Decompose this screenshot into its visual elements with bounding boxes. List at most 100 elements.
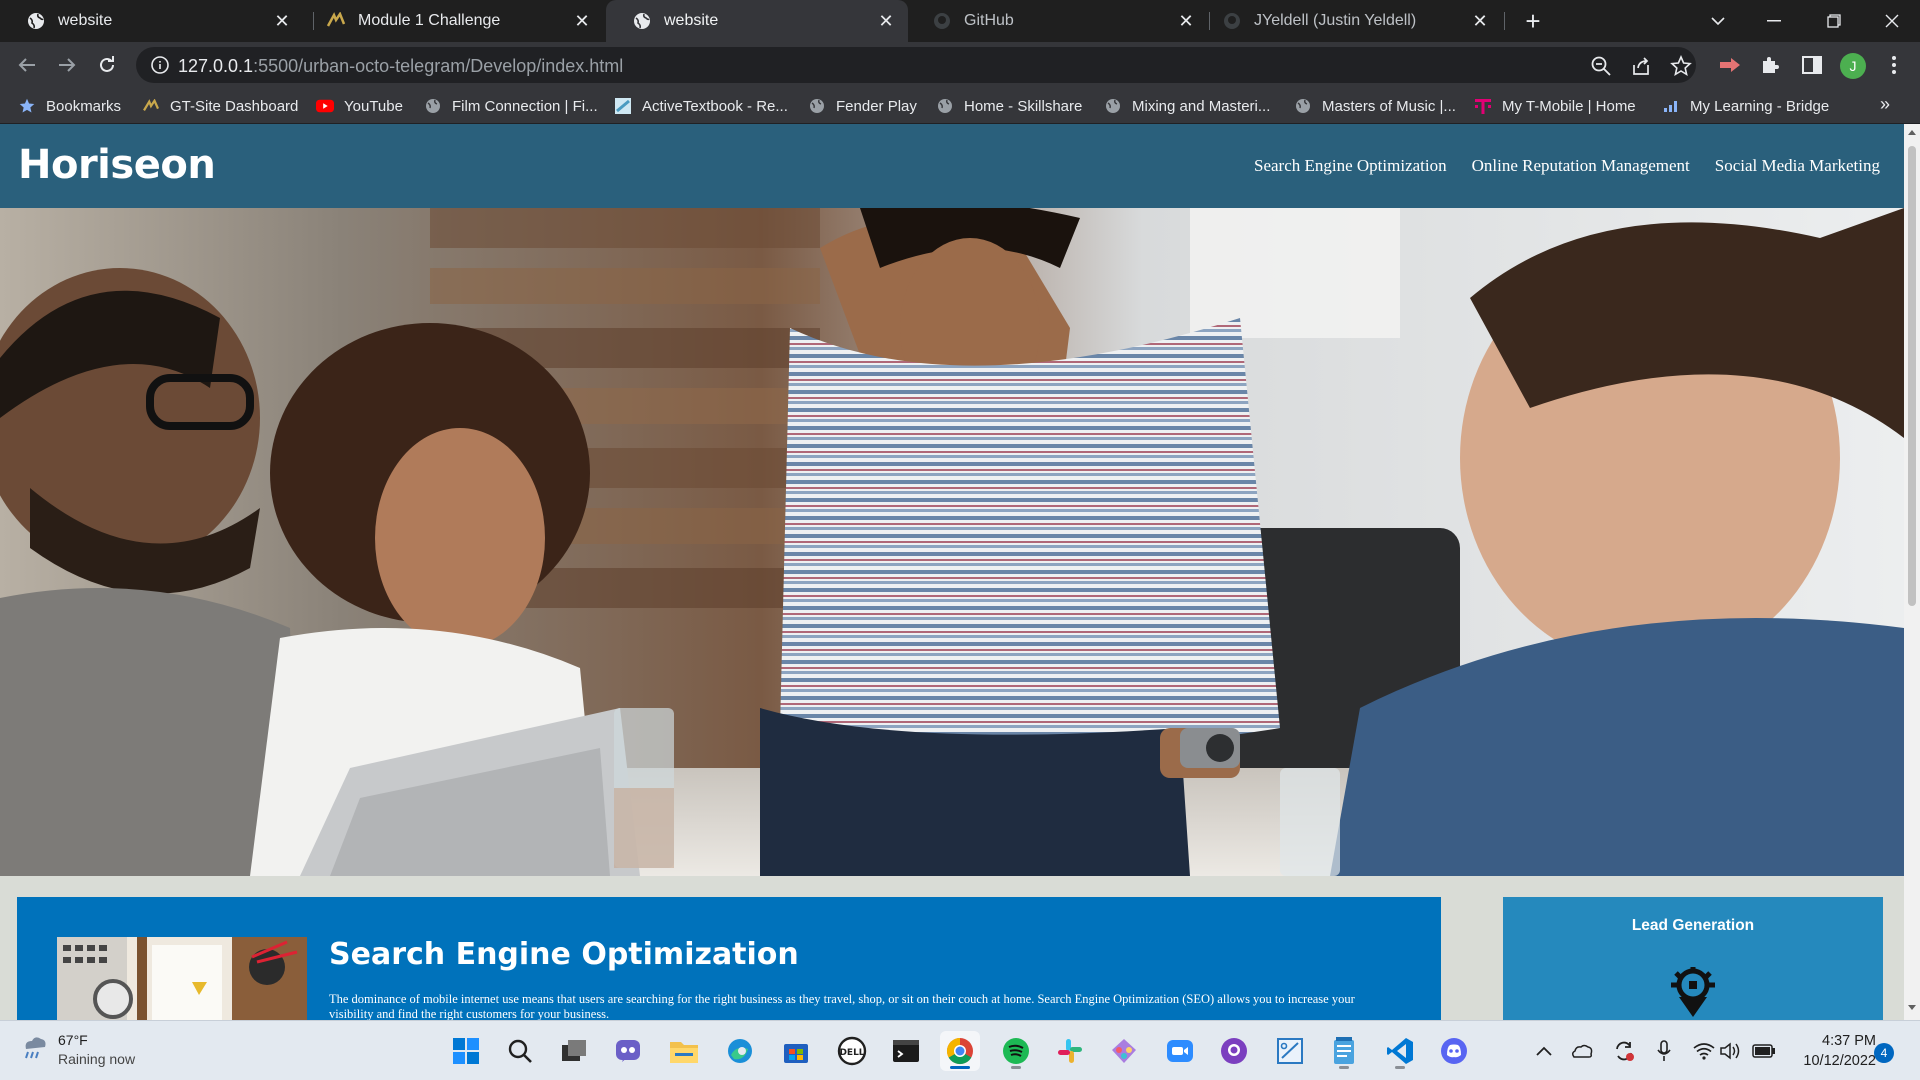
zoom-app-icon[interactable] — [1160, 1031, 1200, 1071]
discord-icon[interactable] — [1434, 1031, 1474, 1071]
gt-logo-icon — [142, 97, 160, 115]
github-desktop-icon[interactable] — [1214, 1031, 1254, 1071]
site-nav: Search Engine Optimization Online Reputa… — [1229, 156, 1880, 176]
microphone-icon[interactable] — [1652, 1039, 1676, 1063]
notification-count-badge[interactable]: 4 — [1874, 1043, 1894, 1063]
nav-link-seo[interactable]: Search Engine Optimization — [1254, 156, 1447, 176]
tray-overflow-icon[interactable] — [1532, 1039, 1556, 1063]
nav-link-reputation[interactable]: Online Reputation Management — [1472, 156, 1690, 176]
url-text[interactable]: 127.0.0.1:5500/urban-octo-telegram/Devel… — [178, 56, 623, 77]
close-tab-icon[interactable]: ✕ — [874, 9, 898, 33]
onedrive-icon[interactable] — [1570, 1039, 1594, 1063]
tab-jyeldell[interactable]: JYeldell (Justin Yeldell) ✕ — [1196, 0, 1502, 42]
page-scrollbar[interactable] — [1904, 124, 1920, 1020]
close-tab-icon[interactable]: ✕ — [570, 9, 594, 33]
bookmark-item[interactable]: My T-Mobile | Home — [1474, 95, 1636, 117]
edge-icon[interactable] — [720, 1031, 760, 1071]
tab-module-1-challenge[interactable]: Module 1 Challenge ✕ — [300, 0, 604, 42]
spotify-icon[interactable] — [996, 1031, 1036, 1071]
start-icon[interactable] — [446, 1031, 486, 1071]
site-info-icon[interactable] — [150, 55, 170, 75]
minimize-icon[interactable] — [1746, 0, 1802, 42]
notepad-icon[interactable] — [1324, 1031, 1364, 1071]
tab-search-icon[interactable] — [1690, 0, 1746, 42]
sync-icon[interactable] — [1612, 1039, 1636, 1063]
seo-section: Search Engine Optimization The dominance… — [17, 897, 1441, 1020]
bookmark-item[interactable]: YouTube — [316, 95, 403, 117]
nav-link-social[interactable]: Social Media Marketing — [1715, 156, 1880, 176]
weather-temp: 67°F — [58, 1032, 88, 1048]
bookmark-item[interactable]: Fender Play — [808, 95, 917, 117]
task-view-icon[interactable] — [554, 1031, 594, 1071]
terminal-icon[interactable] — [886, 1031, 926, 1071]
dell-icon[interactable]: DELL — [832, 1031, 872, 1071]
gitkraken-icon[interactable] — [1104, 1031, 1144, 1071]
scroll-down-icon[interactable] — [1907, 1004, 1917, 1014]
weather-desc: Raining now — [58, 1051, 136, 1067]
extension-arrow-icon[interactable] — [1716, 51, 1744, 79]
restore-icon[interactable] — [1806, 0, 1862, 42]
bookmark-item[interactable]: GT-Site Dashboard — [142, 95, 298, 117]
bookmark-item[interactable]: Film Connection | Fi... — [424, 95, 598, 117]
bookmarks-bar: Bookmarks GT-Site Dashboard YouTube Film… — [0, 88, 1920, 124]
share-icon[interactable] — [1630, 55, 1652, 77]
bookmark-star-icon[interactable] — [1670, 54, 1692, 77]
profile-avatar[interactable]: J — [1840, 53, 1866, 79]
active-app-indicator — [950, 1066, 970, 1069]
close-tab-icon[interactable]: ✕ — [270, 9, 294, 33]
menu-kebab-icon[interactable] — [1880, 51, 1908, 79]
file-explorer-icon[interactable] — [664, 1031, 704, 1071]
running-app-indicator — [1395, 1066, 1405, 1069]
bookmarks-overflow-icon[interactable]: » — [1880, 94, 1890, 115]
tab-strip: website ✕ Module 1 Challenge ✕ website ✕… — [0, 0, 1920, 42]
rain-cloud-icon — [20, 1033, 50, 1068]
bookmark-item[interactable]: My Learning - Bridge — [1662, 95, 1829, 117]
system-clock[interactable]: 4:37 PM 10/12/2022 — [1748, 1031, 1876, 1071]
scrollbar-thumb[interactable] — [1908, 146, 1916, 606]
new-tab-button[interactable]: + — [1518, 6, 1548, 36]
github-icon — [1222, 11, 1242, 31]
tab-github[interactable]: GitHub ✕ — [906, 0, 1208, 42]
search-icon[interactable] — [500, 1031, 540, 1071]
snipping-tool-icon[interactable] — [1270, 1031, 1310, 1071]
site-logo[interactable]: Horiseon — [18, 142, 216, 188]
running-app-indicator — [1339, 1066, 1349, 1069]
vscode-icon[interactable] — [1380, 1031, 1420, 1071]
forward-icon[interactable] — [52, 50, 82, 80]
chrome-icon[interactable] — [940, 1031, 980, 1071]
bookmark-item[interactable]: Mixing and Masteri... — [1104, 95, 1270, 117]
teams-icon[interactable] — [608, 1031, 648, 1071]
globe-icon — [1294, 97, 1312, 115]
tab-website-1[interactable]: website ✕ — [0, 0, 304, 42]
side-panel-icon[interactable] — [1798, 51, 1826, 79]
tab-website-active[interactable]: website ✕ — [606, 0, 908, 42]
bookmark-item[interactable]: Home - Skillshare — [936, 95, 1082, 117]
volume-icon[interactable] — [1718, 1039, 1742, 1063]
bookmark-item[interactable]: Bookmarks — [18, 95, 121, 117]
bridge-icon — [1662, 97, 1680, 115]
zoom-icon[interactable] — [1590, 55, 1612, 77]
store-icon[interactable] — [776, 1031, 816, 1071]
bookmark-item[interactable]: Masters of Music |... — [1294, 95, 1456, 117]
back-icon[interactable] — [12, 50, 42, 80]
seo-body: The dominance of mobile internet use mea… — [329, 992, 1355, 1020]
page-viewport: Horiseon Search Engine Optimization Onli… — [0, 124, 1904, 1020]
weather-widget[interactable]: 67°F Raining now — [20, 1031, 135, 1069]
lead-generation-section: Lead Generation — [1503, 897, 1883, 1020]
close-tab-icon[interactable]: ✕ — [1468, 9, 1492, 33]
reload-icon[interactable] — [92, 50, 122, 80]
wifi-icon[interactable] — [1692, 1039, 1716, 1063]
extensions-puzzle-icon[interactable] — [1756, 51, 1784, 79]
gt-logo-icon — [326, 11, 346, 31]
windows-taskbar: 67°F Raining now DELL 4:37 PM 10/12/2022… — [0, 1020, 1920, 1080]
close-window-icon[interactable] — [1864, 0, 1920, 42]
globe-icon — [1104, 97, 1122, 115]
scroll-up-icon[interactable] — [1907, 128, 1917, 138]
lead-generation-icon — [1671, 967, 1715, 1020]
close-tab-icon[interactable]: ✕ — [1174, 9, 1198, 33]
hero-image — [0, 208, 1904, 876]
globe-icon — [26, 11, 46, 31]
bookmark-item[interactable]: ActiveTextbook - Re... — [614, 95, 788, 117]
slack-icon[interactable] — [1050, 1031, 1090, 1071]
address-bar[interactable]: 127.0.0.1:5500/urban-octo-telegram/Devel… — [136, 47, 1696, 83]
